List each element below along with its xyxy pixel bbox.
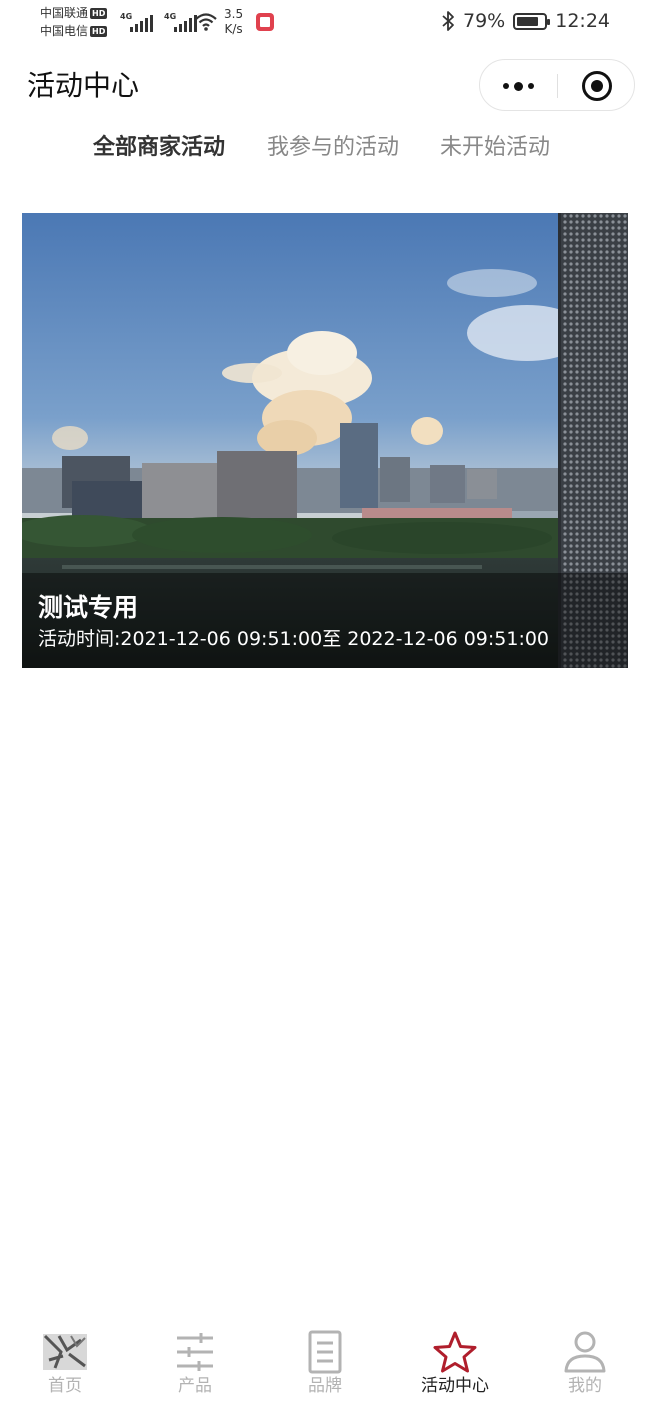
battery-percent: 79% (463, 10, 506, 32)
hd-badge: HD (90, 25, 108, 37)
tabbar-label: 活动中心 (421, 1376, 489, 1396)
carrier-2-label: 中国电信 (40, 24, 89, 38)
bottom-tab-bar: 首页 产品 品牌 活动中心 我的 (0, 1318, 650, 1408)
more-button[interactable] (480, 60, 557, 112)
tab-all-merchant-activities[interactable]: 全部商家活动 (93, 128, 225, 168)
document-icon (308, 1330, 342, 1374)
activity-time: 活动时间:2021-12-06 09:51:00至 2022-12-06 09:… (38, 628, 550, 650)
signal-icon: 4G (164, 12, 198, 32)
notification-app-icon (256, 13, 274, 31)
carrier-info: 中国联通 HD 中国电信 HD (40, 4, 108, 40)
mini-program-capsule (479, 59, 635, 111)
user-icon (564, 1331, 606, 1373)
tab-my-activities[interactable]: 我参与的活动 (267, 128, 399, 168)
page-title: 活动中心 (27, 69, 140, 102)
star-icon (433, 1331, 477, 1373)
tabbar-label: 我的 (568, 1376, 602, 1396)
battery-icon (513, 12, 551, 30)
tab-upcoming-activities[interactable]: 未开始活动 (440, 128, 550, 168)
tabbar-item-home[interactable]: 首页 (0, 1318, 130, 1408)
activity-tabs: 全部商家活动 我参与的活动 未开始活动 (0, 128, 650, 168)
bluetooth-icon (442, 11, 454, 31)
status-bar: 中国联通 HD 中国电信 HD 4G 4G 3.5 K/s 79% 12:24 (0, 0, 650, 46)
tabbar-label: 首页 (48, 1376, 82, 1396)
tabbar-item-mine[interactable]: 我的 (520, 1318, 650, 1408)
tabbar-item-activity-center[interactable]: 活动中心 (390, 1318, 520, 1408)
tabbar-label: 品牌 (308, 1376, 342, 1396)
home-logo-icon (43, 1334, 87, 1370)
tabbar-label: 产品 (178, 1376, 212, 1396)
carrier-1-label: 中国联通 (40, 6, 89, 20)
tabbar-item-brands[interactable]: 品牌 (260, 1318, 390, 1408)
signal-icon: 4G (120, 12, 154, 32)
target-circle-icon (582, 71, 612, 101)
close-button[interactable] (558, 60, 636, 112)
sliders-icon (177, 1333, 213, 1371)
activity-card[interactable]: 测试专用 活动时间:2021-12-06 09:51:00至 2022-12-0… (22, 213, 628, 668)
clock: 12:24 (555, 10, 610, 32)
network-speed: 3.5 K/s (224, 7, 244, 36)
tabbar-item-products[interactable]: 产品 (130, 1318, 260, 1408)
activity-title: 测试专用 (38, 593, 139, 622)
more-dots-icon (503, 83, 509, 89)
wifi-icon (195, 13, 217, 31)
activity-center-page: 中国联通 HD 中国电信 HD 4G 4G 3.5 K/s 79% 12:24 … (0, 0, 650, 1408)
hd-badge: HD (90, 7, 108, 19)
